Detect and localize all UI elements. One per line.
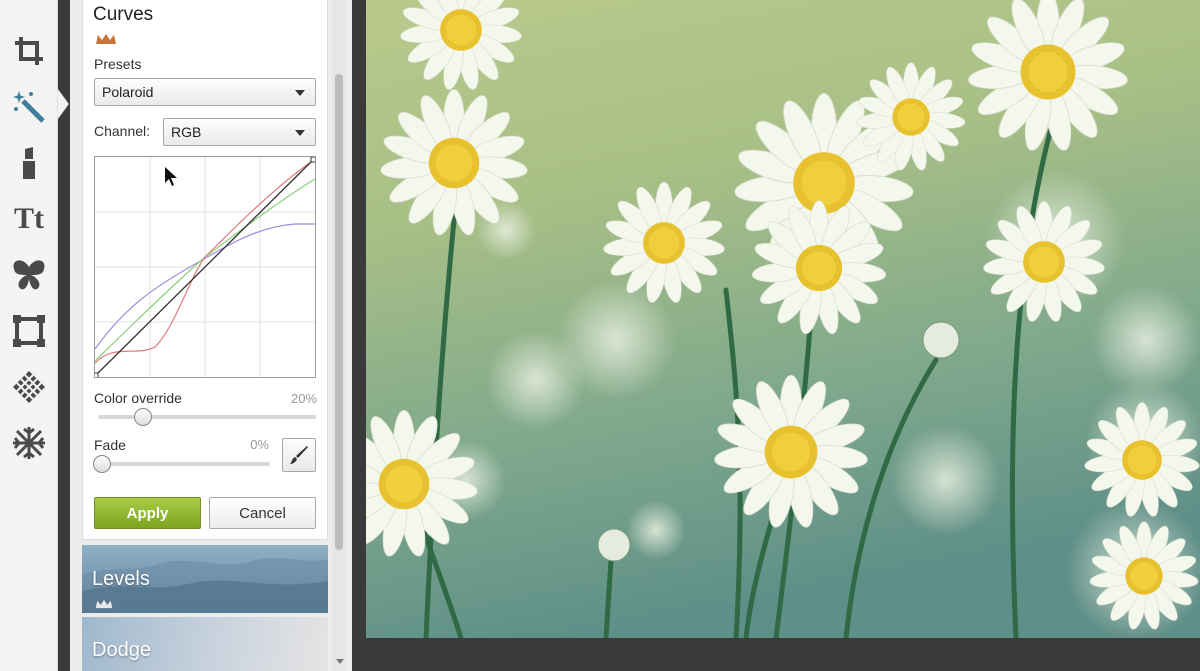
panel-title: Curves	[93, 4, 154, 25]
magic-wand-icon[interactable]	[8, 86, 50, 128]
effect-tile-levels[interactable]: Levels	[82, 545, 328, 613]
presets-select[interactable]: Polaroid	[94, 78, 316, 106]
crown-icon	[95, 599, 113, 609]
curves-graph[interactable]	[92, 156, 317, 379]
curve-end-point	[310, 156, 317, 163]
channel-select[interactable]: RGB	[163, 118, 316, 146]
crown-icon	[95, 32, 117, 50]
curves-card: Curves Presets Polaroid Channel: RGB Col…	[82, 0, 328, 540]
fade-slider-knob[interactable]	[93, 455, 111, 473]
texture-icon[interactable]	[8, 366, 50, 408]
frame-icon[interactable]	[8, 310, 50, 352]
color-override-value: 20%	[290, 391, 317, 406]
fade-label: Fade	[94, 437, 126, 453]
color-override-label: Color override	[94, 390, 182, 406]
channel-label: Channel:	[94, 123, 151, 139]
effects-panel: Curves Presets Polaroid Channel: RGB Col…	[70, 0, 352, 671]
butterfly-icon[interactable]	[8, 254, 50, 296]
curve-start-point	[92, 372, 99, 379]
color-override-slider-knob[interactable]	[134, 408, 152, 426]
effect-tile-label: Levels	[92, 568, 150, 590]
chevron-down-icon	[295, 90, 305, 96]
crop-icon[interactable]	[8, 30, 50, 72]
snowflake-icon[interactable]	[8, 422, 50, 464]
scroll-down-arrow-icon[interactable]	[336, 659, 344, 664]
active-tool-pointer	[58, 90, 68, 118]
text-icon[interactable]: Tt	[8, 198, 50, 240]
mouse-cursor-icon	[165, 167, 177, 186]
tool-rail: Tt	[0, 0, 58, 671]
brush-icon	[290, 446, 308, 464]
lipstick-icon[interactable]	[8, 142, 50, 184]
chevron-down-icon	[295, 130, 305, 136]
apply-button[interactable]: Apply	[94, 497, 201, 529]
effect-tile-label: Dodge	[92, 639, 151, 661]
brush-button[interactable]	[282, 438, 316, 472]
color-override-track[interactable]	[98, 415, 316, 419]
effect-tile-dodge[interactable]: Dodge	[82, 617, 328, 671]
channel-value: RGB	[171, 124, 202, 140]
cancel-button[interactable]: Cancel	[209, 497, 316, 529]
presets-value: Polaroid	[102, 84, 154, 100]
panel-scrollbar-thumb[interactable]	[335, 74, 343, 550]
fade-track[interactable]	[98, 462, 270, 466]
photo-canvas[interactable]	[366, 0, 1200, 638]
presets-label: Presets	[94, 56, 142, 72]
fade-value: 0%	[250, 437, 269, 452]
